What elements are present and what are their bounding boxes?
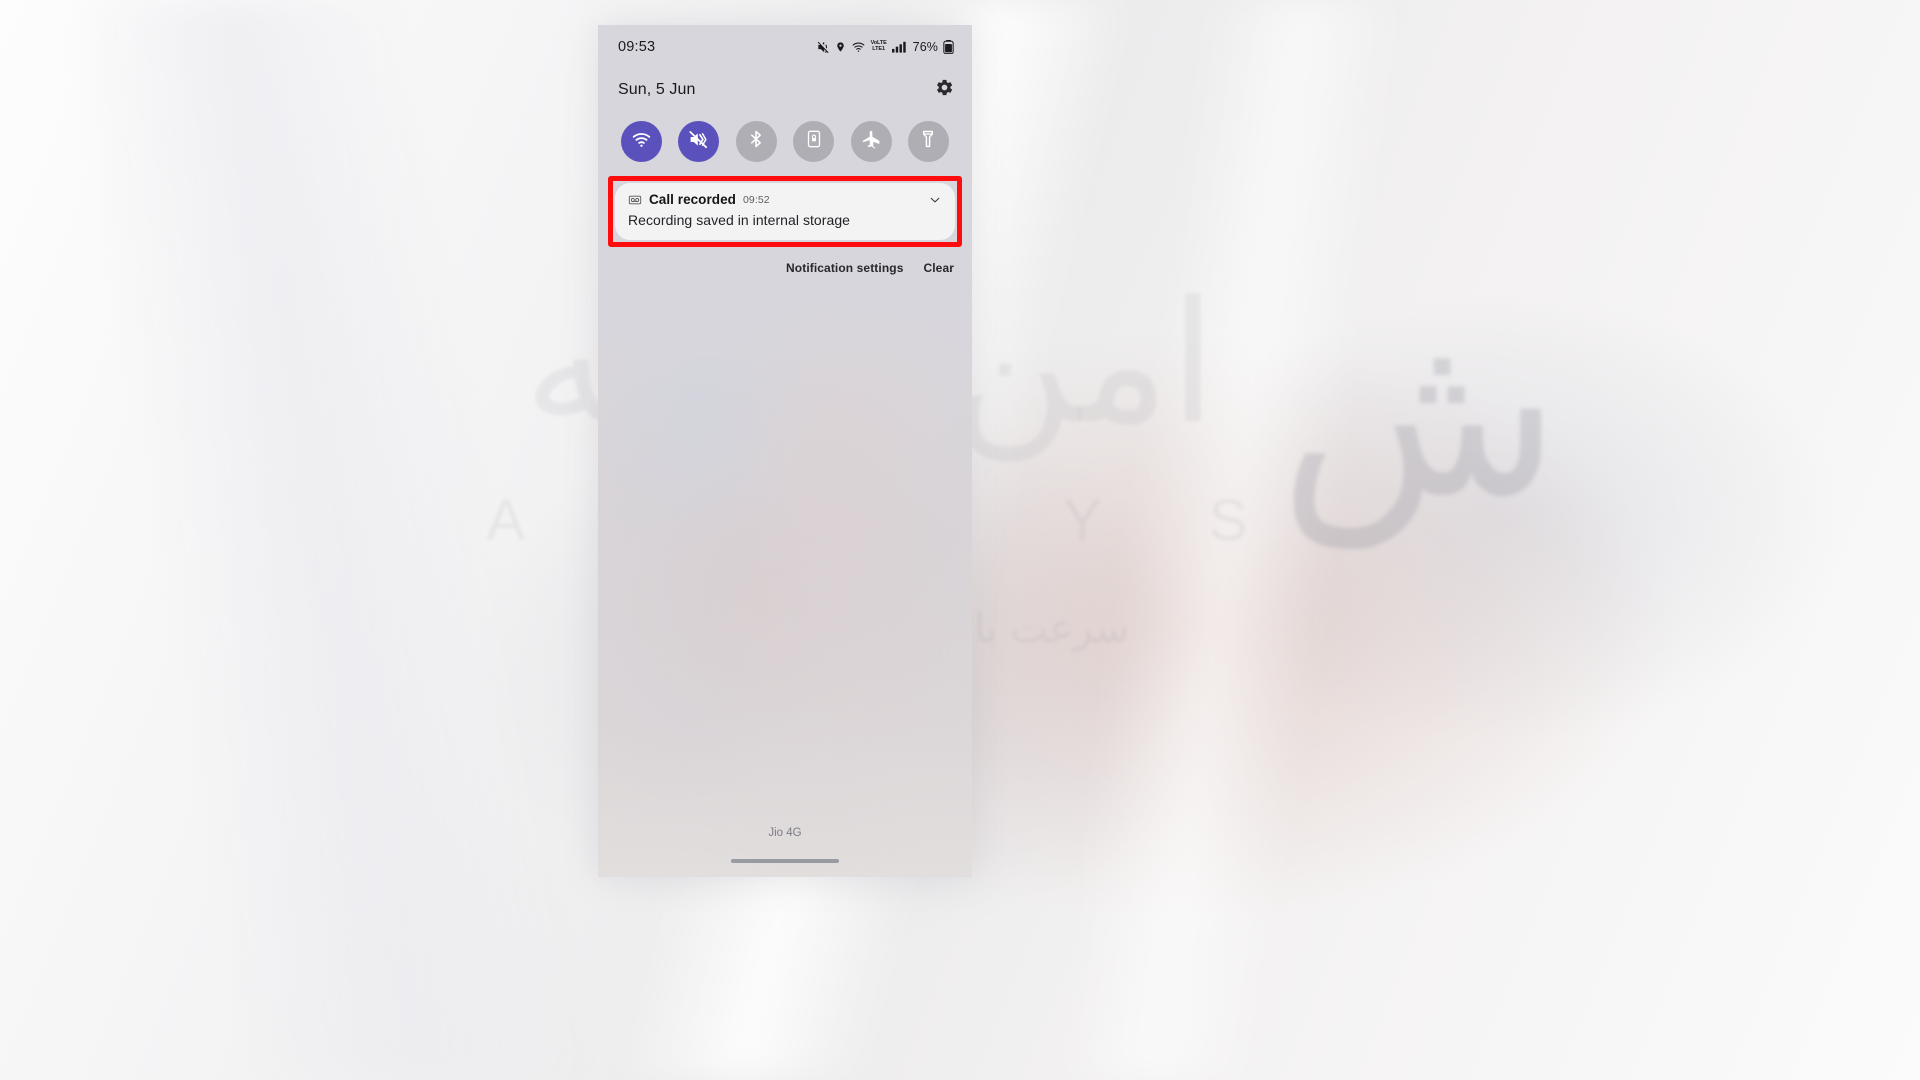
quick-toggle-sound-mode[interactable] [678, 121, 720, 162]
volte-icon: VoLTE LTE1 [871, 41, 887, 53]
voice-recorder-icon [628, 193, 642, 207]
quick-toggle-bluetooth[interactable] [735, 121, 777, 162]
airplane-icon [861, 129, 882, 155]
status-bar: 09:53 VoLTE LTE1 76% [598, 25, 972, 69]
carrier-label: Jio 4G [768, 827, 802, 839]
notification-footer-actions: Notification settings Clear [598, 247, 972, 275]
quick-toggle-flashlight[interactable] [907, 121, 949, 162]
status-bar-icons: VoLTE LTE1 76% [816, 40, 954, 54]
notification-highlight-box: Call recorded 09:52 Recording saved in i… [608, 176, 962, 247]
watermark-logo-mark: ش [1279, 281, 1560, 548]
mute-vibrate-icon [688, 129, 709, 155]
quick-toggle-wifi[interactable] [621, 121, 662, 162]
chevron-down-icon[interactable] [928, 193, 942, 207]
bluetooth-icon [746, 129, 766, 154]
location-icon [835, 40, 846, 54]
home-indicator[interactable] [731, 859, 839, 863]
status-bar-clock: 09:53 [618, 39, 656, 55]
screen-lock-icon [804, 129, 824, 154]
notification-timestamp: 09:52 [742, 193, 770, 206]
gear-icon[interactable] [935, 78, 954, 102]
notification-settings-button[interactable]: Notification settings [786, 261, 903, 275]
date-label: Sun, 5 Jun [618, 81, 696, 98]
quick-toggle-airplane-mode[interactable] [850, 121, 892, 162]
notification-body-text: Recording saved in internal storage [628, 212, 850, 228]
mute-icon [816, 40, 830, 54]
notification-shade: 09:53 VoLTE LTE1 76% Sun, 5 Jun Call rec… [598, 25, 972, 275]
shade-header: Sun, 5 Jun [598, 69, 972, 111]
signal-bars-icon [891, 40, 907, 54]
flashlight-icon [918, 129, 938, 154]
notification-header: Call recorded 09:52 [628, 192, 942, 207]
phone-screenshot: 09:53 VoLTE LTE1 76% Sun, 5 Jun Call rec… [598, 25, 972, 877]
notification-title: Call recorded [649, 192, 736, 207]
volte-label-bottom: LTE1 [872, 46, 885, 53]
clear-all-button[interactable]: Clear [923, 261, 954, 275]
battery-icon [943, 40, 954, 54]
battery-percent-label: 76% [912, 40, 938, 54]
wifi-icon [851, 40, 866, 54]
quick-settings-toggles [598, 111, 972, 176]
notification-list: Call recorded 09:52 Recording saved in i… [598, 176, 972, 247]
wifi-icon [631, 129, 652, 155]
quick-toggle-screen-lock[interactable] [793, 121, 835, 162]
notification-call-recorded[interactable]: Call recorded 09:52 Recording saved in i… [615, 183, 955, 240]
